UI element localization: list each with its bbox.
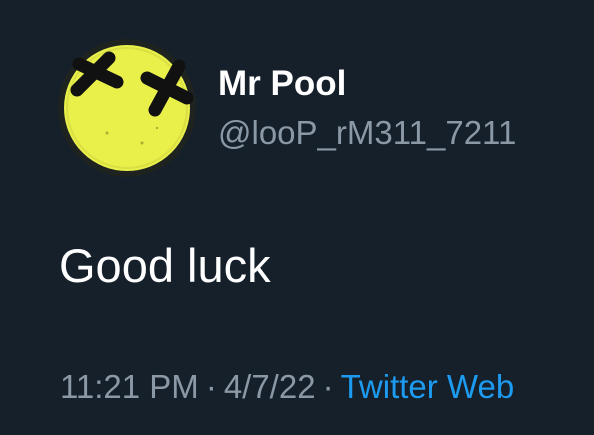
smiley-x-eyes-icon <box>58 39 196 177</box>
meta-separator: · <box>322 368 334 405</box>
tweet-time[interactable]: 11:21 PM <box>60 368 199 405</box>
tweet-source-link[interactable]: Twitter Web <box>341 368 515 405</box>
display-name[interactable]: Mr Pool <box>218 64 346 104</box>
tweet-date[interactable]: 4/7/22 <box>224 368 316 405</box>
tweet-text: Good luck <box>59 239 271 292</box>
meta-separator: · <box>205 368 217 405</box>
tweet-meta: 11:21 PM · 4/7/22 · Twitter Web <box>60 365 514 409</box>
tweet-card: Mr Pool @looP_rM311_7211 Good luck 11:21… <box>0 0 594 435</box>
user-handle[interactable]: @looP_rM311_7211 <box>218 113 516 153</box>
avatar[interactable] <box>57 38 197 178</box>
